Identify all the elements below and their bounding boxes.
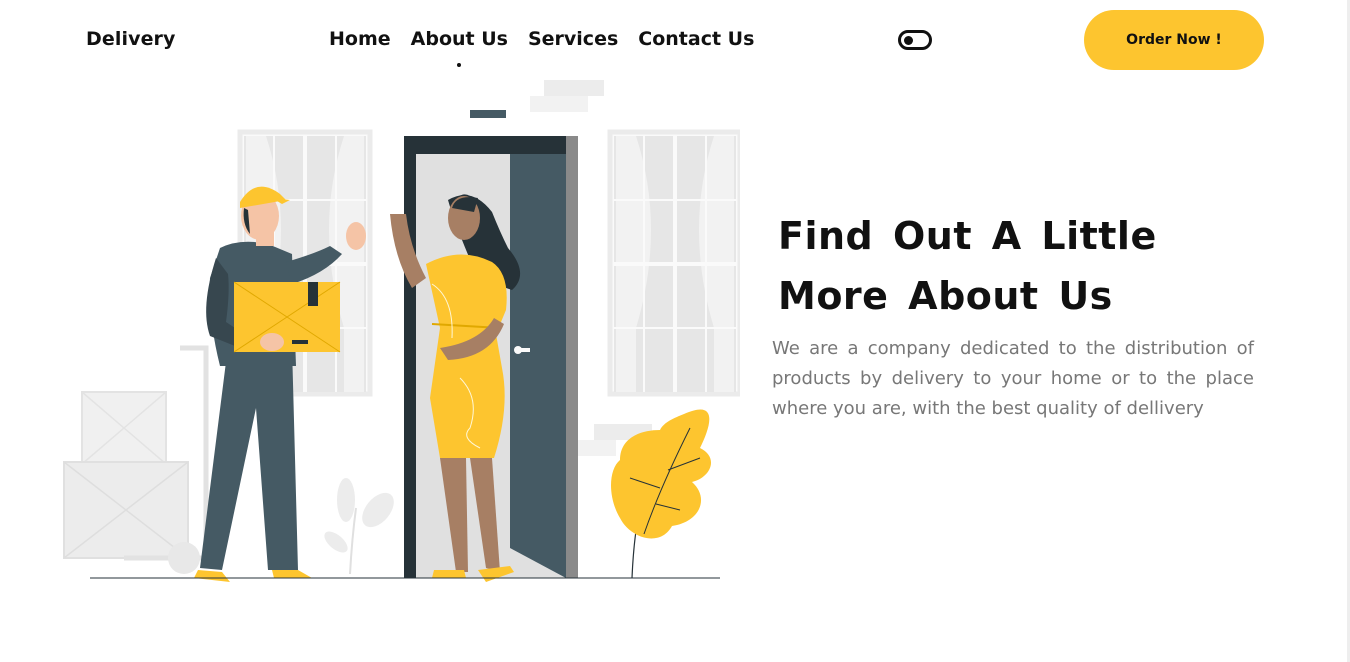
order-now-button[interactable]: Order Now ! [1084,10,1264,70]
site-header: Delivery Home About Us Services Contact … [0,0,1350,80]
about-title: Find Out A Little More About Us [778,214,1157,318]
window-right [607,129,740,397]
brand-logo[interactable]: Delivery [86,28,176,50]
nav-link-services[interactable]: Services [528,28,618,50]
about-description: We are a company dedicated to the distri… [772,338,1254,419]
main-nav: Home About Us Services Contact Us [329,28,754,50]
nav-link-home[interactable]: Home [329,28,391,50]
toggle-knob [904,35,913,45]
nav-link-about-us[interactable]: About Us [411,28,508,50]
boxes-stack [63,345,210,574]
nav-link-contact-us[interactable]: Contact Us [638,28,754,50]
plant-grey [324,478,394,575]
delivery-illustration [63,80,740,582]
theme-toggle-icon[interactable] [898,30,932,50]
